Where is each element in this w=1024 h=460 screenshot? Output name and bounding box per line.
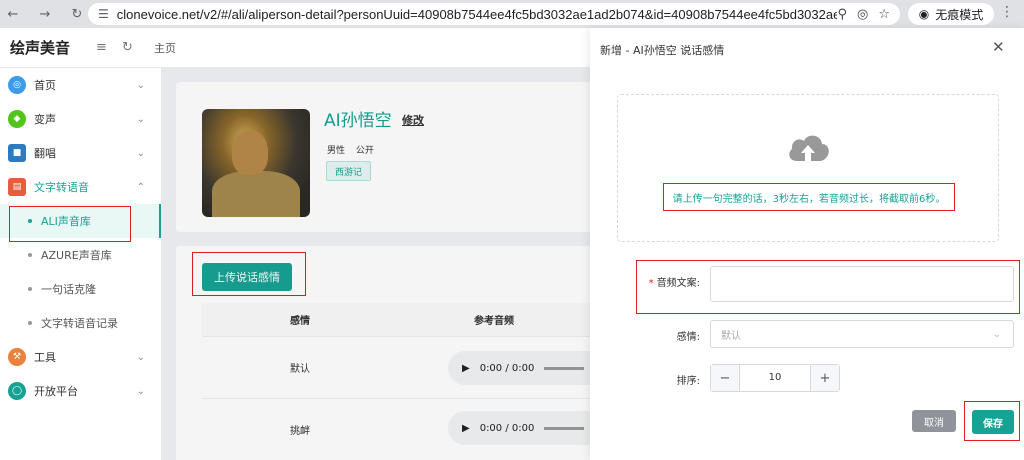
url-text: clonevoice.net/v2/#/ali/aliperson-detail… (116, 6, 838, 22)
incognito-icon: ◉ (918, 7, 930, 21)
emotion-select[interactable]: 默认 ⌄ (710, 320, 1014, 348)
eye-off-icon[interactable]: ◎ (857, 7, 868, 22)
sidebar-item-tts[interactable]: ▤ 文字转语音 ⌃ (0, 170, 161, 204)
sidebar-item-label: 变声 (34, 113, 56, 126)
required-mark: * (648, 278, 654, 289)
sidebar: ◎ 首页 ⌄ ◆ 变声 ⌄ ■ 翻唱 ⌄ ▤ 文字转语音 ⌃ ALI声音库 AZ… (0, 68, 162, 460)
highlight-box-ali (9, 206, 131, 242)
audio-upload-zone[interactable]: 请上传一句完整的话，3秒左右，若音频过长，将截取前6秒。 (617, 94, 999, 242)
order-value[interactable]: 10 (739, 365, 811, 391)
sidebar-subitem-clone[interactable]: 一句话克隆 (0, 272, 161, 306)
emotion-label: 感情: (676, 332, 700, 343)
forward-icon[interactable]: → (36, 5, 54, 23)
app-header: 绘声美音 ≡ ↻ 主页 (0, 28, 590, 68)
chevron-down-icon: ⌄ (136, 113, 145, 125)
incognito-badge[interactable]: ◉ 无痕模式 (908, 3, 994, 25)
reload-icon[interactable]: ↻ (68, 5, 86, 23)
sidebar-item-cover[interactable]: ■ 翻唱 ⌄ (0, 136, 161, 170)
sidebar-item-tools[interactable]: ⚒ 工具 ⌄ (0, 340, 161, 374)
bookmark-star-icon[interactable]: ☆ (878, 7, 890, 22)
decrement-button[interactable]: − (711, 365, 739, 391)
voice-change-icon: ◆ (8, 110, 26, 128)
order-stepper[interactable]: − 10 + (710, 364, 840, 392)
sidebar-item-label: 开放平台 (34, 385, 78, 398)
bullet-icon (28, 321, 32, 325)
chevron-down-icon: ⌄ (136, 79, 145, 91)
sidebar-item-label: 首页 (34, 79, 56, 92)
sidebar-item-label: 文字转语音 (34, 181, 89, 194)
upload-hint: 请上传一句完整的话，3秒左右，若音频过长，将截取前6秒。 (663, 183, 955, 211)
emotion-select-value: 默认 (721, 330, 741, 342)
sidebar-subitem-label: AZURE声音库 (41, 249, 112, 262)
cancel-button[interactable]: 取消 (912, 410, 956, 432)
close-icon[interactable]: ✕ (992, 38, 1005, 56)
app-logo: 绘声美音 (10, 39, 71, 57)
tools-icon: ⚒ (8, 348, 26, 366)
chevron-down-icon: ⌄ (136, 147, 145, 159)
incognito-label: 无痕模式 (935, 7, 984, 22)
browser-menu-icon[interactable]: ⋮ (1000, 4, 1014, 20)
chevron-down-icon: ⌄ (136, 385, 145, 397)
chevron-down-icon: ⌄ (136, 351, 145, 363)
bullet-icon (28, 287, 32, 291)
sidebar-subitem-tts-records[interactable]: 文字转语音记录 (0, 306, 161, 340)
refresh-icon[interactable]: ↻ (122, 40, 138, 55)
sidebar-subitem-label: 文字转语音记录 (41, 317, 118, 330)
sidebar-subitem-azure[interactable]: AZURE声音库 (0, 238, 161, 272)
audio-text-input[interactable] (710, 266, 1014, 302)
sidebar-item-label: 工具 (34, 351, 56, 364)
cloud-upload-icon (789, 135, 829, 163)
back-icon[interactable]: ← (4, 5, 22, 23)
open-platform-icon: ◯ (8, 382, 26, 400)
add-emotion-drawer: 新增 - AI孙悟空 说话感情 ✕ 请上传一句完整的话，3秒左右，若音频过长，将… (590, 28, 1024, 460)
bullet-icon (28, 253, 32, 257)
drawer-title: 新增 - AI孙悟空 说话感情 (600, 44, 725, 57)
sidebar-item-home[interactable]: ◎ 首页 ⌄ (0, 68, 161, 102)
sidebar-subitem-label: 一句话克隆 (41, 283, 96, 296)
text-label: * 音频文案: (640, 274, 700, 289)
order-label: 排序: (676, 376, 700, 387)
collapse-menu-icon[interactable]: ≡ (96, 40, 112, 55)
chevron-down-icon: ⌄ (992, 328, 1001, 340)
text-label-text: 音频文案: (656, 278, 700, 289)
drawer-overlay[interactable] (162, 68, 590, 460)
cover-icon: ■ (8, 144, 26, 162)
home-icon: ◎ (8, 76, 26, 94)
sidebar-item-voice-change[interactable]: ◆ 变声 ⌄ (0, 102, 161, 136)
address-bar[interactable]: ☰ clonevoice.net/v2/#/ali/aliperson-deta… (88, 3, 900, 25)
browser-toolbar: ← → ↻ ☰ clonevoice.net/v2/#/ali/aliperso… (0, 0, 1024, 28)
sidebar-item-label: 翻唱 (34, 147, 56, 160)
site-settings-icon[interactable]: ☰ (98, 7, 109, 21)
breadcrumb[interactable]: 主页 (154, 40, 176, 56)
chevron-up-icon: ⌃ (136, 181, 145, 193)
tts-icon: ▤ (8, 178, 26, 196)
sidebar-item-open-platform[interactable]: ◯ 开放平台 ⌄ (0, 374, 161, 408)
zoom-icon[interactable]: ⚲ (837, 7, 847, 22)
highlight-box-save (964, 401, 1020, 441)
increment-button[interactable]: + (811, 365, 839, 391)
